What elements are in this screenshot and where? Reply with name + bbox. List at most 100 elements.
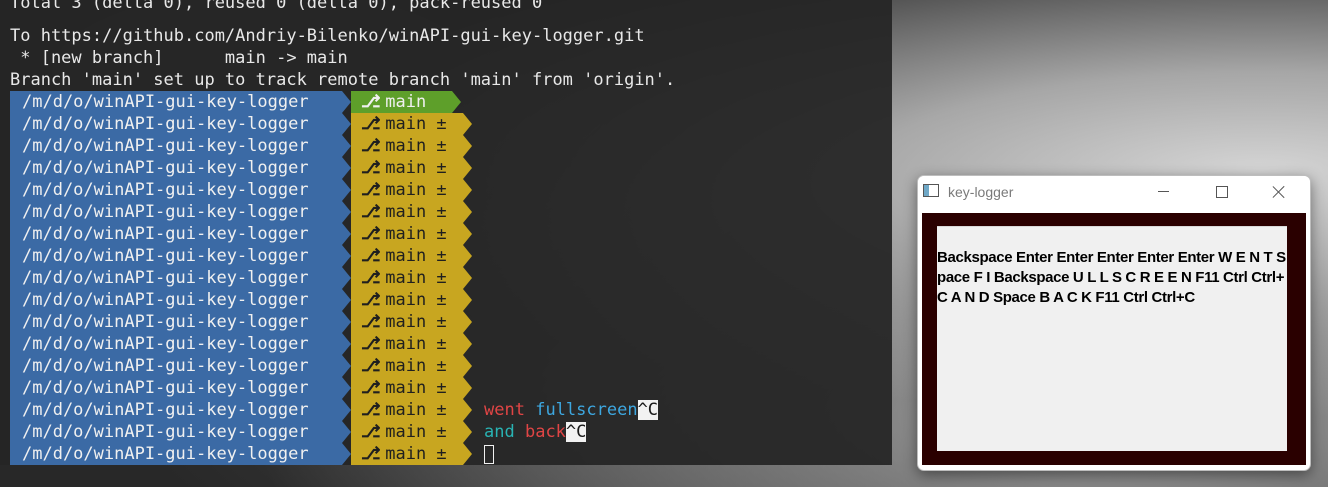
- prompt-separator: [342, 267, 351, 289]
- prompt-path: /m/d/o/winAPI-gui-key-logger: [10, 377, 342, 399]
- branch-name: main ±: [375, 202, 447, 222]
- key-logger-window[interactable]: key-logger Backspace Enter Enter Enter E…: [917, 175, 1311, 471]
- prompt-separator: [342, 113, 351, 135]
- prompt-separator: [463, 245, 472, 267]
- terminal-output-line: Branch 'main' set up to track remote bra…: [10, 70, 676, 90]
- prompt-path: /m/d/o/winAPI-gui-key-logger: [10, 355, 342, 377]
- branch-name: main ±: [375, 312, 447, 332]
- prompt-separator: [342, 355, 351, 377]
- prompt-line: /m/d/o/winAPI-gui-key-logger ⎇ main: [0, 91, 892, 113]
- prompt-branch: ⎇ main ±: [351, 179, 463, 201]
- prompt-branch: ⎇ main ±: [351, 157, 463, 179]
- interrupt-marker: ^C: [637, 400, 659, 420]
- maximize-icon: [1216, 186, 1228, 198]
- prompt-path: /m/d/o/winAPI-gui-key-logger: [10, 157, 342, 179]
- title-bar[interactable]: key-logger: [918, 176, 1310, 208]
- logged-keys-text: Backspace Enter Enter Enter Enter Enter …: [937, 249, 1286, 306]
- branch-name: main ±: [375, 268, 447, 288]
- branch-name: main ±: [375, 334, 447, 354]
- prompt-path: /m/d/o/winAPI-gui-key-logger: [10, 179, 342, 201]
- window-title: key-logger: [948, 184, 1014, 200]
- typed-word: fullscreen: [535, 400, 638, 420]
- prompt-line: /m/d/o/winAPI-gui-key-logger ⎇ main ±: [0, 289, 892, 311]
- prompt-separator: [463, 311, 472, 333]
- prompt-path: /m/d/o/winAPI-gui-key-logger: [10, 113, 342, 135]
- prompt-separator: [342, 179, 351, 201]
- prompt-branch: ⎇ main ±: [351, 333, 463, 355]
- prompt-line: /m/d/o/winAPI-gui-key-logger ⎇ main ±: [0, 443, 892, 465]
- prompt-separator: [342, 91, 351, 113]
- prompt-separator: [463, 201, 472, 223]
- git-branch-icon: ⎇: [361, 444, 381, 464]
- client-area: Backspace Enter Enter Enter Enter Enter …: [922, 213, 1306, 465]
- branch-name: main ±: [375, 246, 447, 266]
- branch-name: main ±: [375, 158, 447, 178]
- git-branch-icon: ⎇: [361, 224, 381, 244]
- branch-name: main ±: [375, 180, 447, 200]
- prompt-line: /m/d/o/winAPI-gui-key-logger ⎇ main ±: [0, 135, 892, 157]
- typed-command: and back^C: [484, 421, 587, 443]
- git-branch-icon: ⎇: [361, 290, 381, 310]
- prompt-branch: ⎇ main ±: [351, 201, 463, 223]
- branch-name: main ±: [375, 114, 447, 134]
- prompt-separator: [463, 289, 472, 311]
- prompt-path: /m/d/o/winAPI-gui-key-logger: [10, 311, 342, 333]
- prompt-separator: [463, 399, 472, 421]
- prompt-path: /m/d/o/winAPI-gui-key-logger: [10, 201, 342, 223]
- prompt-branch: ⎇ main ±: [351, 399, 463, 421]
- prompt-separator: [463, 377, 472, 399]
- branch-name: main ±: [375, 400, 447, 420]
- typed-word: and: [484, 422, 515, 442]
- prompt-separator: [342, 421, 351, 443]
- prompt-separator: [342, 157, 351, 179]
- prompt-branch: ⎇ main ±: [351, 223, 463, 245]
- prompt-separator: [463, 179, 472, 201]
- prompt-line: /m/d/o/winAPI-gui-key-logger ⎇ main ±: [0, 179, 892, 201]
- git-branch-icon: ⎇: [361, 114, 381, 134]
- prompt-line: /m/d/o/winAPI-gui-key-logger ⎇ main ± and …: [0, 421, 892, 443]
- prompt-path: /m/d/o/winAPI-gui-key-logger: [10, 91, 342, 113]
- prompt-separator: [463, 157, 472, 179]
- prompt-separator: [452, 91, 461, 113]
- prompt-separator: [342, 223, 351, 245]
- prompt-separator: [342, 245, 351, 267]
- prompt-line: /m/d/o/winAPI-gui-key-logger ⎇ main ± went…: [0, 399, 892, 421]
- prompt-branch: ⎇ main ±: [351, 355, 463, 377]
- prompt-branch: ⎇ main ±: [351, 113, 463, 135]
- prompt-separator: [342, 135, 351, 157]
- branch-name: main ±: [375, 136, 447, 156]
- prompt-separator: [463, 223, 472, 245]
- prompt-path: /m/d/o/winAPI-gui-key-logger: [10, 223, 342, 245]
- prompt-branch: ⎇ main ±: [351, 443, 463, 465]
- interrupt-marker: ^C: [565, 422, 587, 442]
- prompt-separator: [342, 377, 351, 399]
- terminal-input[interactable]: [484, 443, 494, 465]
- prompt-branch: ⎇ main ±: [351, 421, 463, 443]
- prompt-path: /m/d/o/winAPI-gui-key-logger: [10, 135, 342, 157]
- prompt-path: /m/d/o/winAPI-gui-key-logger: [10, 267, 342, 289]
- typed-command: went fullscreen^C: [484, 399, 659, 421]
- app-window-icon: [923, 184, 939, 197]
- prompt-branch: ⎇ main ±: [351, 377, 463, 399]
- prompt-separator: [342, 399, 351, 421]
- git-branch-icon: ⎇: [361, 268, 381, 288]
- terminal-window[interactable]: Total 3 (delta 0), reused 0 (delta 0), p…: [0, 0, 892, 465]
- git-branch-icon: ⎇: [361, 246, 381, 266]
- prompt-branch: ⎇ main ±: [351, 245, 463, 267]
- git-branch-icon: ⎇: [361, 158, 381, 178]
- prompt-separator: [463, 113, 472, 135]
- git-branch-icon: ⎇: [361, 422, 381, 442]
- minimize-button[interactable]: [1134, 176, 1192, 208]
- close-button[interactable]: [1250, 176, 1308, 208]
- prompt-branch: ⎇ main ±: [351, 135, 463, 157]
- prompt-separator: [342, 443, 351, 465]
- git-branch-icon: ⎇: [361, 202, 381, 222]
- prompt-path: /m/d/o/winAPI-gui-key-logger: [10, 399, 342, 421]
- git-branch-icon: ⎇: [361, 136, 381, 156]
- prompt-separator: [342, 201, 351, 223]
- prompt-path: /m/d/o/winAPI-gui-key-logger: [10, 289, 342, 311]
- terminal-output-line: Total 3 (delta 0), reused 0 (delta 0), p…: [10, 0, 543, 13]
- prompt-separator: [463, 135, 472, 157]
- maximize-button[interactable]: [1192, 176, 1250, 208]
- prompt-line: /m/d/o/winAPI-gui-key-logger ⎇ main ±: [0, 223, 892, 245]
